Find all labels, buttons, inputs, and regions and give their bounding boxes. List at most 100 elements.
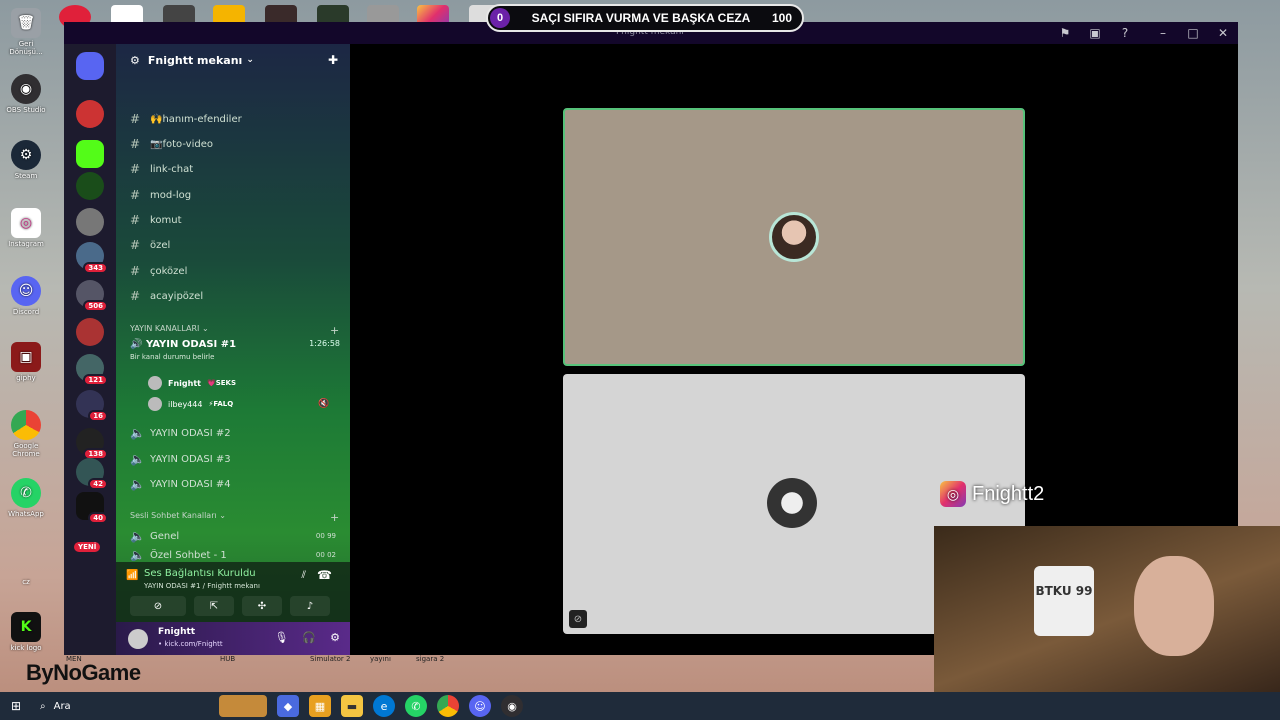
obs-icon: ◉ [11,74,41,104]
voice-member[interactable]: Fnightt 💗SEKS [148,376,236,390]
discord-home-icon[interactable] [76,52,104,80]
server-icon[interactable] [76,208,104,236]
desktop-icon-instagram[interactable]: ◎ Instagram [4,208,48,248]
chrome-taskbar-icon[interactable] [437,695,459,717]
whatsapp-taskbar-icon[interactable]: ✆ [405,695,427,717]
help-icon[interactable]: ? [1110,26,1140,40]
search-highlight-icon[interactable] [219,695,267,717]
maximize-icon[interactable]: □ [1178,26,1208,40]
participant-tile-speaking[interactable] [563,108,1025,366]
server-icon[interactable]: 121 [76,354,108,386]
voice-member[interactable]: ilbey444 ⚡FALQ 🔇 [148,397,329,411]
voice-channel-yayin-2[interactable]: 🔈 YAYIN ODASI #2 [130,422,231,444]
channel-link-chat[interactable]: # link-chat [130,158,193,180]
server-icon-kick[interactable] [76,140,104,168]
camera-off-icon[interactable]: ⊘ [130,596,186,616]
desktop-icon-chrome[interactable]: Google Chrome [4,410,48,458]
copilot-icon[interactable]: ◆ [277,695,299,717]
mention-badge: 40 [88,512,108,524]
channel-mod-log[interactable]: # mod-log [130,184,191,206]
username[interactable]: Fnightt [158,627,195,637]
desktop-icon-whatsapp[interactable]: ✆ WhatsApp [4,478,48,518]
add-channel-icon[interactable]: + [330,511,339,524]
add-channel-icon[interactable]: + [330,324,339,337]
server-icon[interactable]: 506 [76,280,108,312]
desktop-icon-cz[interactable]: cz [4,566,48,586]
desktop-icon-giphy[interactable]: ▣ giphy [4,342,48,382]
speaker-icon: 🔈 [130,529,145,543]
desktop-icon-kick[interactable]: K kick logo [4,612,48,652]
kick-icon: K [11,612,41,642]
voice-channel-ozel-sohbet[interactable]: 🔈 Özel Sohbet - 1 00 02 [130,549,336,561]
close-icon[interactable]: ✕ [1208,26,1238,40]
user-panel: Fnightt • kick.com/Fnightt 🎙 🎧 ⚙ [116,622,350,655]
channel-ozel[interactable]: # özel [130,234,170,256]
channel-acayipozel[interactable]: # acayipözel [130,285,203,307]
desktop-icon-obs[interactable]: ◉ OBS Studio [4,74,48,114]
file-explorer-icon[interactable]: ▬ [341,695,363,717]
server-list: 343 506 121 16 138 42 40 YENİ [64,44,116,655]
settings-gear-icon[interactable]: ⚙ [330,631,340,644]
server-icon[interactable] [76,172,104,200]
server-header[interactable]: ⚙ Fnightt mekanı ⌄ ✚ [116,44,350,76]
signal-icon: 📶 [126,570,139,581]
edge-icon[interactable]: e [373,695,395,717]
hash-icon: # [130,162,141,176]
channel-hanim-efendiler[interactable]: # 🙌hanım-efendiler [130,108,242,130]
discord-taskbar-icon[interactable]: ☺ [469,695,491,717]
server-icon[interactable]: 343 [76,242,108,274]
server-icon[interactable] [76,318,104,346]
taskbar-search[interactable]: ⌕ Ara [34,695,214,717]
voice-connected-subtitle[interactable]: YAYIN ODASI #1 / Fnightt mekanı [144,582,260,590]
headphones-icon[interactable]: 🎧 [302,631,316,644]
speaker-icon: 🔈 [130,477,145,491]
desktop-icon-recycle-bin[interactable]: 🗑 Geri Dönüşü... [4,8,48,56]
microphone-icon[interactable]: 🎙 [274,631,288,644]
hash-icon: # [130,238,141,252]
server-icon[interactable]: 16 [76,390,108,422]
category-voice-channels[interactable]: Sesli Sohbet Kanalları ⌄ + [130,511,339,524]
recycle-bin-icon: 🗑 [11,8,41,38]
server-icon[interactable]: 40 [76,492,108,524]
invite-user-icon[interactable]: ✚ [328,53,338,67]
voice-channel-yayin-4[interactable]: 🔈 YAYIN ODASI #4 [130,473,231,495]
server-icon[interactable] [76,100,104,128]
avatar [769,212,819,262]
speaker-icon: 🔈 [130,549,145,561]
mention-badge: 16 [88,410,108,422]
desktop-label: yayını [370,655,391,663]
minimize-icon[interactable]: – [1148,26,1178,40]
obs-taskbar-icon[interactable]: ◉ [501,695,523,717]
inbox-icon[interactable]: ▣ [1080,26,1110,40]
server-icon[interactable]: 42 [76,458,108,490]
noise-suppression-icon[interactable]: ⫽ [302,570,306,581]
activities-icon[interactable]: ✣ [242,596,282,616]
voice-channel-genel[interactable]: 🔈 Genel 00 99 [130,525,336,547]
soundboard-icon[interactable]: ♪ [290,596,330,616]
channel-foto-video[interactable]: # 📷foto-video [130,133,213,155]
disconnect-icon[interactable]: ☎ [317,568,332,582]
server-settings-icon: ⚙ [130,53,140,67]
voice-channel-yayin-3[interactable]: 🔈 YAYIN ODASI #3 [130,448,231,470]
category-stream-channels[interactable]: YAYIN KANALLARI ⌄ + [130,324,339,337]
windows-start-icon[interactable]: ⊞ [0,699,32,713]
desktop-label: sigara 2 [416,655,445,663]
jersey: BTKU 99 [1034,566,1094,636]
channel-cokozel[interactable]: # çoközel [130,260,187,282]
mention-badge: 42 [88,478,108,490]
channel-status[interactable]: Bir kanal durumu belirle [130,353,350,361]
voice-connection-panel: 📶 Ses Bağlantısı Kuruldu YAYIN ODASI #1 … [116,562,350,622]
channel-komut[interactable]: # komut [130,209,182,231]
server-icon[interactable]: 138 [76,428,108,460]
hash-icon: # [130,264,141,278]
desktop-icon-discord[interactable]: ☺ Discord [4,276,48,316]
store-icon[interactable]: ▦ [309,695,331,717]
avatar [148,397,162,411]
desktop-icon-steam[interactable]: ⚙ Steam [4,140,48,180]
voice-channel-active[interactable]: 🔊 YAYIN ODASI #1 1:26:58 Bir kanal durum… [130,339,350,361]
mention-badge: 121 [83,374,108,386]
screen-share-icon[interactable]: ⇱ [194,596,234,616]
desktop-label: HUB [220,655,236,663]
flag-icon[interactable]: ⚑ [1050,26,1080,40]
avatar[interactable] [128,628,148,649]
